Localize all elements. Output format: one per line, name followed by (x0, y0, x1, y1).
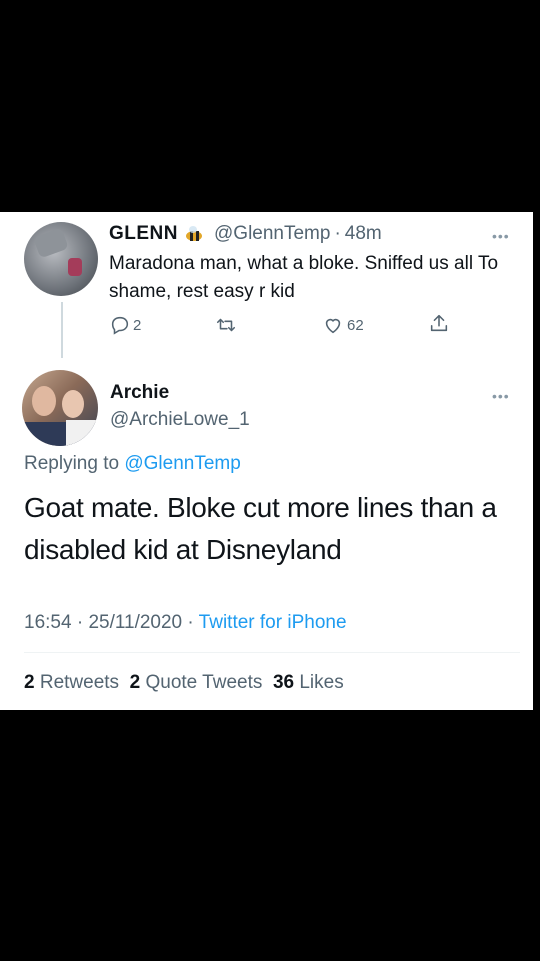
likes-stat[interactable]: 36 Likes (273, 672, 344, 693)
like-count: 62 (347, 316, 364, 334)
bee-emoji-icon (184, 226, 206, 242)
parent-tweet-text: Maradona man, what a bloke. Sniffed us a… (109, 253, 499, 302)
retweets-stat[interactable]: 2 Retweets (24, 672, 119, 693)
tweet-meta: 16:54 · 25/11/2020 · Twitter for iPhone (24, 612, 347, 634)
retweet-button[interactable] (215, 314, 237, 336)
tweet-time[interactable]: 16:54 (24, 612, 72, 633)
heart-icon (325, 318, 341, 334)
parent-display-name[interactable]: GLENN (109, 223, 178, 245)
separator-dot: · (334, 223, 341, 244)
parent-header: GLENN @GlennTemp · 48m (109, 223, 382, 245)
replying-to-mention[interactable]: @GlennTemp (124, 453, 240, 474)
reply-display-name[interactable]: Archie (110, 382, 169, 404)
reply-icon (111, 316, 129, 335)
retweets-label: Retweets (39, 672, 120, 693)
parent-more-icon[interactable]: ••• (492, 228, 510, 244)
likes-label: Likes (299, 672, 344, 693)
share-button[interactable] (428, 312, 450, 334)
parent-timestamp[interactable]: 48m (345, 223, 382, 245)
likes-count: 36 (272, 672, 295, 693)
quote-tweets-stat[interactable]: 2 Quote Tweets (130, 672, 263, 693)
reply-avatar[interactable] (22, 370, 98, 446)
reply-more-icon[interactable]: ••• (492, 388, 510, 404)
retweet-icon (216, 318, 236, 332)
tweet-source[interactable]: Twitter for iPhone (199, 612, 347, 633)
tweet-stats: 2 Retweets 2 Quote Tweets 36 Likes (24, 672, 344, 694)
replying-prefix: Replying to (24, 453, 120, 474)
reply-count: 2 (133, 316, 142, 334)
screen-edge (533, 212, 540, 710)
quotes-count: 2 (129, 672, 141, 693)
parent-handle[interactable]: @GlennTemp (214, 223, 330, 245)
tweet-date[interactable]: 25/11/2020 (88, 612, 182, 633)
reply-button[interactable]: 2 (109, 314, 141, 336)
retweets-count: 2 (24, 672, 35, 693)
like-button[interactable]: 62 (322, 314, 364, 336)
meta-separator-2: · (187, 612, 194, 633)
share-icon (430, 314, 448, 332)
thread-line (61, 302, 63, 358)
reply-tweet-text: Goat mate. Bloke cut more lines than a d… (24, 492, 497, 565)
reply-handle[interactable]: @ArchieLowe_1 (110, 409, 250, 431)
replying-to-line: Replying to @GlennTemp (24, 453, 241, 475)
divider (24, 652, 520, 653)
parent-avatar[interactable] (24, 222, 98, 296)
quotes-label: Quote Tweets (145, 672, 263, 693)
meta-separator: · (76, 612, 84, 633)
